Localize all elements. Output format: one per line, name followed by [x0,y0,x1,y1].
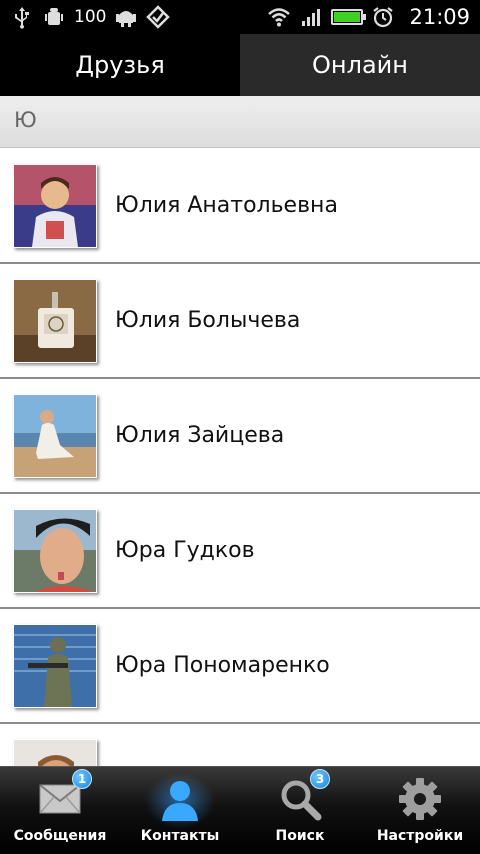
android-icon [116,11,137,27]
usb-icon [15,7,29,29]
status-bar: 100 21:09 [0,0,480,34]
contact-avatar [13,394,97,478]
gear-icon [399,778,441,820]
nav-messages-label: Сообщения [13,828,107,844]
bottom-nav: 1 Сообщения Контакты 3 Поиск Настройки [0,766,480,854]
tab-bar: Друзья Онлайн [0,34,480,96]
contact-avatar [13,739,97,766]
battery-icon [331,9,367,25]
contact-row[interactable]: Юра Пономаренко [0,609,480,724]
battery-fill [334,12,361,22]
contact-row[interactable]: Юлия Болычева [0,264,480,379]
nav-contacts-label: Контакты [140,828,220,844]
person-icon [162,781,198,821]
section-header: Ю [0,96,480,148]
contact-avatar [13,164,97,248]
nav-contacts[interactable]: Контакты [120,767,240,854]
contact-name: Юлия Зайцева [115,423,285,448]
section-letter: Ю [14,108,37,132]
contact-list[interactable]: Юлия Анатольевна Юлия Болычева Юлия Зайц… [0,149,480,766]
signal-icon [302,9,321,26]
android-debug-icon [45,8,63,25]
contact-avatar [13,509,97,593]
battery-percent-text: 100 [74,7,107,27]
tab-friends[interactable]: Друзья [0,34,240,96]
tab-online[interactable]: Онлайн [240,34,480,96]
contact-row[interactable]: Юлия Зайцева [0,379,480,494]
wifi-icon [268,8,291,27]
status-left: 100 [10,4,171,30]
clock-time: 21:09 [409,5,470,29]
nav-search-label: Поиск [275,828,325,844]
alarm-clock-icon [373,7,394,28]
contact-row[interactable] [0,724,480,766]
check-app-icon [146,5,171,29]
contact-name: Юра Пономаренко [115,653,330,678]
contact-name: Юлия Болычева [115,308,301,333]
nav-messages[interactable]: 1 Сообщения [0,767,120,854]
messages-badge: 1 [72,769,92,789]
nav-settings-label: Настройки [376,828,464,844]
nav-search[interactable]: 3 Поиск [240,767,360,854]
contact-avatar [13,279,97,363]
contact-name: Юра Гудков [115,538,255,563]
search-badge: 3 [310,769,330,789]
contact-row[interactable]: Юра Гудков [0,494,480,609]
status-right: 21:09 [267,4,470,30]
contact-name: Юлия Анатольевна [115,193,338,218]
nav-settings[interactable]: Настройки [360,767,480,854]
contact-avatar [13,624,97,708]
contact-row[interactable]: Юлия Анатольевна [0,149,480,264]
